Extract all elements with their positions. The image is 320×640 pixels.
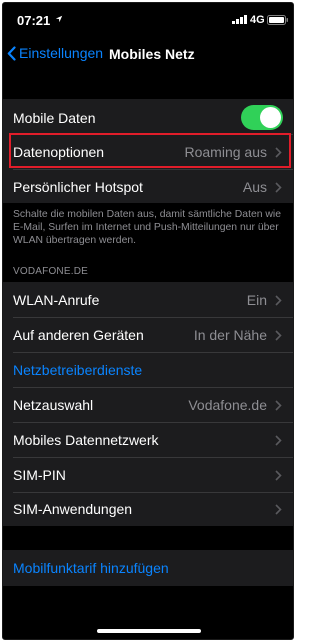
toggle-knob	[260, 107, 281, 128]
signal-bars-icon	[232, 15, 247, 24]
mobile-data-row: Mobile Daten	[3, 101, 293, 135]
home-indicator[interactable]	[97, 629, 201, 633]
sim-pin-label: SIM-PIN	[13, 467, 66, 483]
add-plan-link[interactable]: Mobilfunktarif hinzufügen	[13, 560, 169, 576]
add-plan-group: Mobilfunktarif hinzufügen	[3, 550, 293, 586]
mobile-data-toggle[interactable]	[241, 105, 283, 130]
hotspot-value: Aus	[242, 179, 267, 195]
hotspot-row[interactable]: Persönlicher Hotspot Aus	[3, 170, 293, 204]
chevron-right-icon	[275, 400, 282, 411]
mobile-data-label: Mobile Daten	[13, 110, 96, 126]
wifi-calls-value: Ein	[246, 292, 267, 308]
hotspot-label: Persönlicher Hotspot	[13, 179, 143, 195]
status-bar: 07:21 4G	[3, 3, 293, 33]
sim-apps-label: SIM-Anwendungen	[13, 501, 133, 517]
wifi-calls-row[interactable]: WLAN-Anrufe Ein	[3, 283, 293, 317]
status-time: 07:21	[17, 13, 51, 28]
chevron-right-icon	[275, 470, 282, 481]
carrier-group: WLAN-Anrufe Ein Auf anderen Geräten In d…	[3, 282, 293, 526]
page-title: Mobiles Netz	[109, 46, 195, 62]
add-plan-row[interactable]: Mobilfunktarif hinzufügen	[3, 551, 293, 585]
battery-icon	[267, 15, 288, 25]
network-selection-label: Netzauswahl	[13, 397, 94, 413]
chevron-right-icon	[275, 504, 282, 515]
other-devices-row[interactable]: Auf anderen Geräten In der Nähe	[3, 318, 293, 352]
chevron-right-icon	[275, 182, 282, 193]
back-label: Einstellungen	[19, 45, 104, 61]
wifi-calls-label: WLAN-Anrufe	[13, 292, 100, 308]
sim-apps-row[interactable]: SIM-Anwendungen	[3, 492, 293, 526]
back-button[interactable]: Einstellungen	[7, 45, 103, 61]
network-selection-value: Vodafone.de	[188, 397, 267, 413]
network-type: 4G	[250, 14, 265, 26]
mobile-data-footer-text: Schalte die mobilen Daten aus, damit säm…	[13, 209, 281, 246]
phone-screen: 07:21 4G Einstellungen Mobiles Netz Mobi…	[2, 2, 294, 640]
carrier-services-row[interactable]: Netzbetreiberdienste	[3, 353, 293, 387]
carrier-services-link[interactable]: Netzbetreiberdienste	[13, 362, 142, 378]
mobile-data-network-row[interactable]: Mobiles Datennetzwerk	[3, 423, 293, 457]
chevron-right-icon	[275, 435, 282, 446]
chevron-right-icon	[275, 295, 282, 306]
network-selection-row[interactable]: Netzauswahl Vodafone.de	[3, 388, 293, 422]
chevron-right-icon	[275, 330, 282, 341]
section-header: VODAFONE.DE	[13, 266, 88, 277]
highlight-box	[9, 133, 291, 168]
other-devices-value: In der Nähe	[193, 327, 267, 343]
sim-pin-row[interactable]: SIM-PIN	[3, 458, 293, 492]
mobile-data-network-label: Mobiles Datennetzwerk	[13, 432, 159, 448]
chevron-left-icon	[7, 45, 16, 61]
navigation-bar: Einstellungen Mobiles Netz	[3, 37, 293, 73]
location-arrow-icon	[55, 15, 63, 23]
other-devices-label: Auf anderen Geräten	[13, 327, 144, 343]
